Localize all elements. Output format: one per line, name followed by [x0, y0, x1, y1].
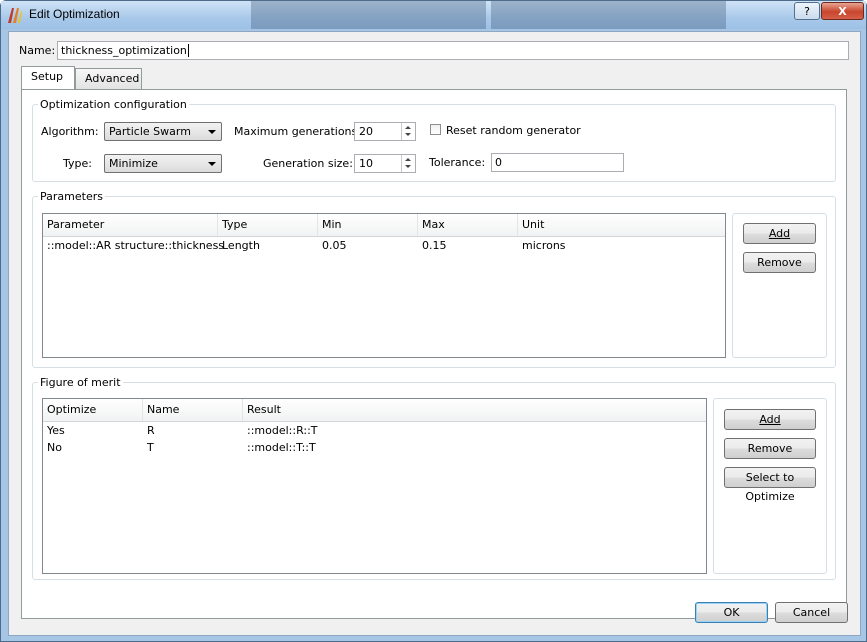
- figure-of-merit-table[interactable]: Optimize Name Result Yes R ::model::R::T…: [42, 398, 707, 574]
- cell-min: 0.05: [322, 239, 347, 252]
- algorithm-label: Algorithm:: [41, 125, 99, 138]
- type-label: Type:: [63, 157, 92, 170]
- cell-unit: microns: [522, 239, 566, 252]
- cell-type: Length: [222, 239, 260, 252]
- fom-table-header: Optimize Name Result: [43, 399, 706, 422]
- parameters-add-button[interactable]: Add: [743, 223, 816, 244]
- cell-name: R: [147, 424, 155, 437]
- column-header-max[interactable]: Max: [418, 214, 518, 236]
- select-to-optimize-button[interactable]: Select to Optimize: [724, 467, 816, 503]
- max-generations-value: 20: [359, 125, 373, 138]
- cell-max: 0.15: [422, 239, 447, 252]
- help-button[interactable]: ?: [794, 2, 820, 20]
- cell-parameter: ::model::AR structure::thickness: [47, 239, 225, 252]
- fom-add-button[interactable]: Add: [724, 409, 816, 430]
- background-window-strip: [491, 1, 726, 29]
- figure-of-merit-title: Figure of merit: [38, 376, 123, 389]
- type-value: Minimize: [109, 157, 158, 170]
- ok-button[interactable]: OK: [695, 602, 768, 623]
- spin-buttons[interactable]: [401, 155, 415, 172]
- tolerance-label: Tolerance:: [429, 156, 486, 169]
- spin-up-icon[interactable]: [405, 158, 411, 161]
- column-header-type[interactable]: Type: [218, 214, 318, 236]
- close-button[interactable]: X: [821, 2, 864, 20]
- name-label: Name:: [19, 44, 56, 57]
- column-header-unit[interactable]: Unit: [518, 214, 725, 236]
- name-input[interactable]: thickness_optimization: [57, 41, 849, 60]
- cancel-button[interactable]: Cancel: [775, 602, 848, 623]
- column-header-min[interactable]: Min: [318, 214, 418, 236]
- tolerance-input[interactable]: 0: [491, 153, 624, 172]
- chevron-down-icon: [208, 162, 216, 166]
- parameters-remove-button[interactable]: Remove: [743, 252, 816, 273]
- tab-setup[interactable]: Setup: [21, 66, 75, 89]
- dialog-body: Name: thickness_optimization Setup Advan…: [8, 31, 861, 636]
- generation-size-value: 10: [359, 157, 373, 170]
- window-title: Edit Optimization: [29, 7, 120, 21]
- type-select[interactable]: Minimize: [104, 154, 222, 173]
- edit-optimization-window: Edit Optimization ? X Name: thickness_op…: [0, 0, 867, 642]
- algorithm-value: Particle Swarm: [109, 125, 191, 138]
- cell-optimize: Yes: [47, 424, 65, 437]
- max-generations-label: Maximum generations:: [234, 125, 361, 138]
- parameters-title: Parameters: [38, 190, 105, 203]
- optimization-config-title: Optimization configuration: [38, 98, 189, 111]
- cell-name: T: [147, 441, 154, 454]
- column-header-parameter[interactable]: Parameter: [43, 214, 218, 236]
- spin-up-icon[interactable]: [405, 126, 411, 129]
- title-bar[interactable]: Edit Optimization ? X: [1, 1, 866, 29]
- fom-remove-button[interactable]: Remove: [724, 438, 816, 459]
- reset-random-checkbox[interactable]: [430, 124, 441, 135]
- column-header-optimize[interactable]: Optimize: [43, 399, 143, 421]
- cell-result: ::model::T::T: [247, 441, 316, 454]
- name-input-value: thickness_optimization: [61, 44, 187, 57]
- add-label: Add: [759, 413, 781, 426]
- reset-random-label: Reset random generator: [446, 124, 581, 137]
- column-header-name[interactable]: Name: [143, 399, 243, 421]
- generation-size-label: Generation size:: [263, 157, 353, 170]
- spin-buttons[interactable]: [401, 123, 415, 140]
- cell-optimize: No: [47, 441, 62, 454]
- generation-size-spinbox[interactable]: 10: [354, 154, 416, 173]
- chevron-down-icon: [208, 130, 216, 134]
- spin-down-icon[interactable]: [405, 165, 411, 168]
- spin-down-icon[interactable]: [405, 133, 411, 136]
- cell-result: ::model::R::T: [247, 424, 318, 437]
- add-label: Add: [768, 227, 791, 240]
- parameters-table[interactable]: Parameter Type Min Max Unit ::model::AR …: [42, 213, 726, 358]
- max-generations-spinbox[interactable]: 20: [354, 122, 416, 141]
- setup-tab-panel: Optimization configuration Algorithm: Pa…: [21, 89, 847, 619]
- column-header-result[interactable]: Result: [243, 399, 706, 421]
- tab-advanced[interactable]: Advanced: [75, 68, 142, 89]
- tolerance-value: 0: [495, 156, 502, 169]
- algorithm-select[interactable]: Particle Swarm: [104, 122, 222, 141]
- app-logo-icon: [8, 8, 22, 23]
- parameters-table-header: Parameter Type Min Max Unit: [43, 214, 725, 237]
- background-window-strip: [251, 1, 486, 29]
